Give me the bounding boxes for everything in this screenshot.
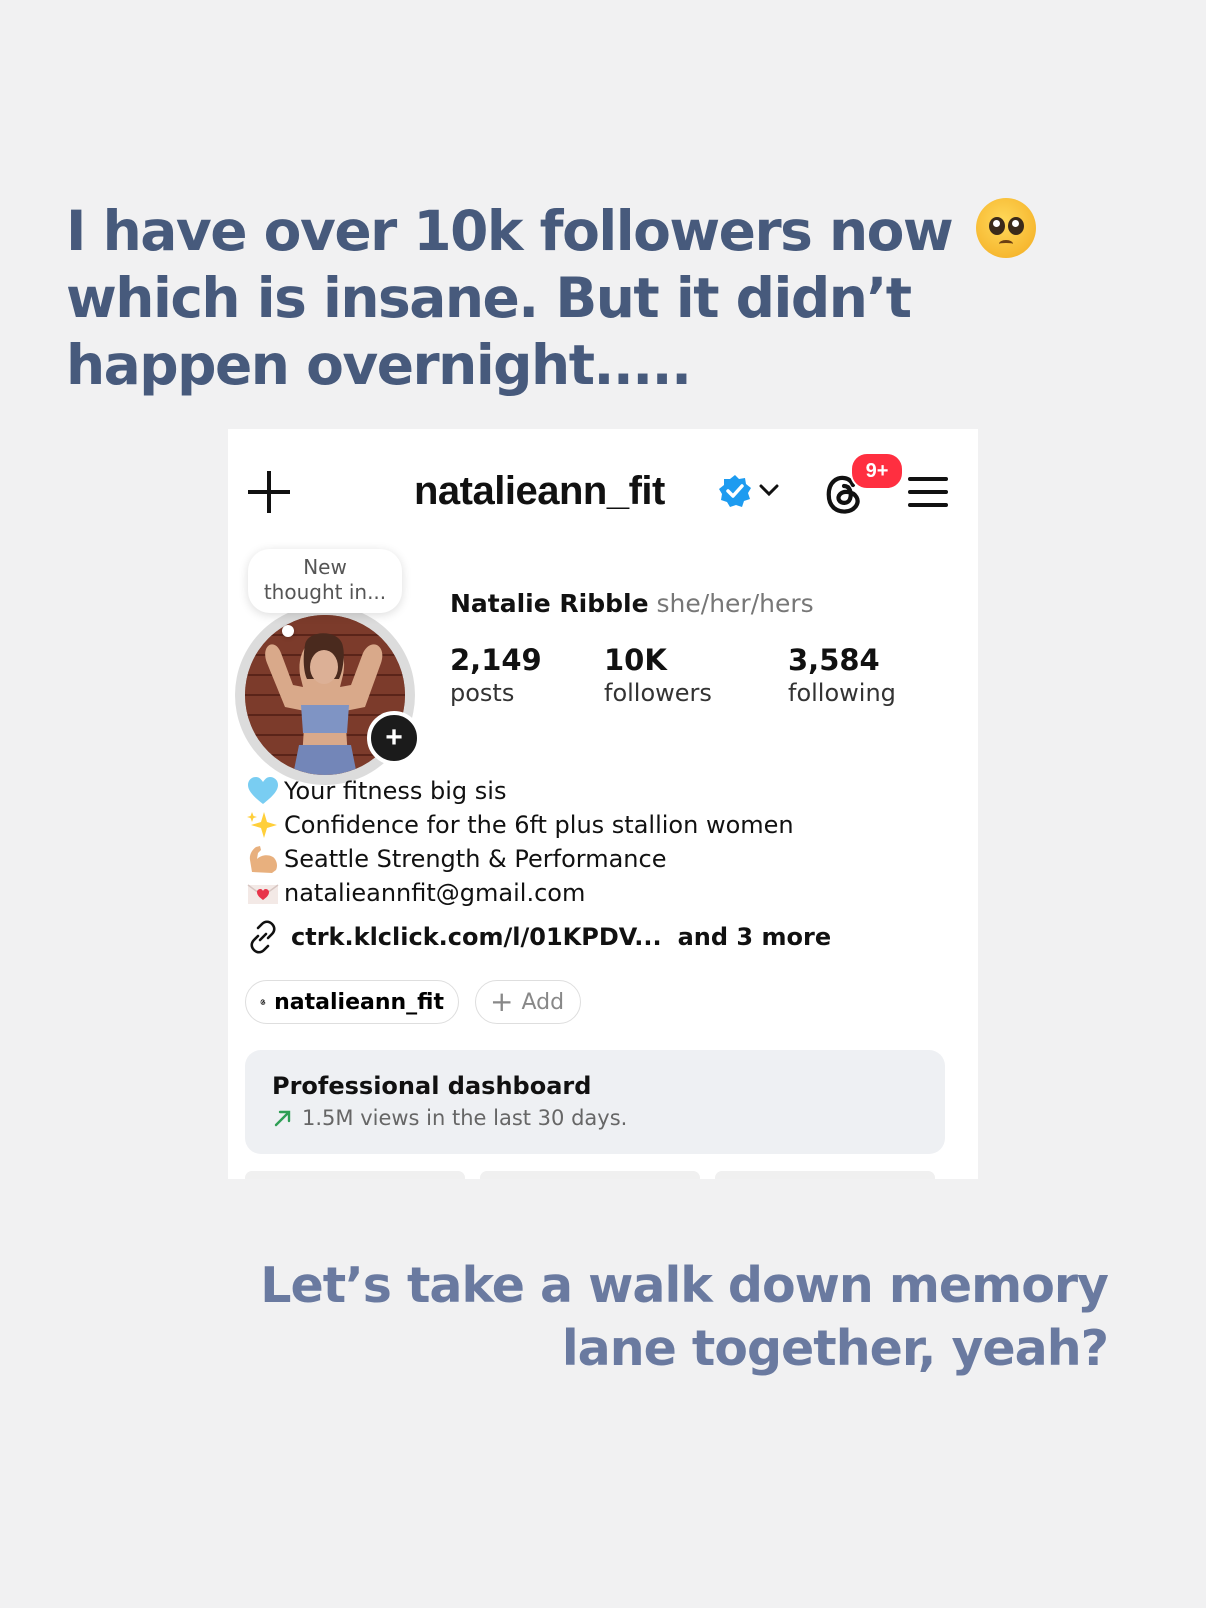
footer-caption: Let’s take a walk down memory lane toget… xyxy=(108,1254,1109,1380)
notification-badge[interactable]: 9+ xyxy=(850,452,904,490)
link-more[interactable]: and 3 more xyxy=(678,923,831,951)
profile-username[interactable]: natalieann_fit xyxy=(414,469,665,514)
create-plus-icon[interactable] xyxy=(248,471,290,513)
headline-line-1: I have over 10k followers now xyxy=(66,199,954,263)
link-icon xyxy=(250,920,276,954)
stat-value: 10K xyxy=(604,643,667,677)
stat-posts[interactable]: 2,149 posts xyxy=(450,643,542,707)
profile-name: Natalie Ribble she/her/hers xyxy=(450,589,814,618)
link-url[interactable]: ctrk.klclick.com/l/01KPDV... xyxy=(291,923,662,951)
footer-line-2: lane together, yeah? xyxy=(561,1320,1109,1377)
threads-profile-pill[interactable]: natalieann_fit xyxy=(245,980,459,1024)
threads-pill-label: natalieann_fit xyxy=(274,989,444,1015)
headline: I have over 10k followers now which is i… xyxy=(66,198,1126,399)
pronouns: she/her/hers xyxy=(656,589,814,618)
blue-heart-icon xyxy=(248,777,278,804)
add-plus-icon: + xyxy=(490,985,514,1018)
headline-line-3: happen overnight..... xyxy=(66,333,692,397)
add-pill-label: Add xyxy=(521,989,565,1015)
bio-text: Confidence for the 6ft plus stallion wom… xyxy=(284,811,794,839)
love-letter-icon xyxy=(247,884,279,904)
bio-line: Seattle Strength & Performance xyxy=(246,842,794,876)
threads-small-icon xyxy=(260,999,266,1005)
add-story-button[interactable]: + xyxy=(367,711,421,765)
stat-followers[interactable]: 10K followers xyxy=(604,643,712,707)
dashboard-title: Professional dashboard xyxy=(272,1072,592,1100)
add-pill-button[interactable]: + Add xyxy=(475,980,581,1024)
sparkles-icon xyxy=(247,812,277,838)
bio-text: Seattle Strength & Performance xyxy=(284,845,667,873)
bio-line: Confidence for the 6ft plus stallion wom… xyxy=(246,808,794,842)
dashboard-views-text: 1.5M views in the last 30 days. xyxy=(302,1106,628,1130)
chevron-down-icon[interactable] xyxy=(758,482,780,498)
profile-link[interactable]: ctrk.klclick.com/l/01KPDV... and 3 more xyxy=(245,919,831,955)
pleading-face-emoji-icon xyxy=(975,198,1036,258)
stat-value: 2,149 xyxy=(450,643,542,677)
thought-bubble-dot xyxy=(282,625,294,637)
dashboard-subtitle: 1.5M views in the last 30 days. xyxy=(272,1106,627,1130)
bio-text: Your fitness big sis xyxy=(284,777,507,805)
trend-up-arrow-icon xyxy=(274,1110,291,1127)
thought-line-1: New xyxy=(303,555,347,579)
flexed-biceps-icon xyxy=(249,846,277,873)
stat-following[interactable]: 3,584 following xyxy=(788,643,896,707)
professional-dashboard[interactable]: Professional dashboard 1.5M views in the… xyxy=(245,1050,945,1154)
note-thought-bubble[interactable]: New thought in... xyxy=(248,549,402,613)
bio-text[interactable]: natalieannfit@gmail.com xyxy=(284,879,585,907)
bio-line: Your fitness big sis xyxy=(246,774,794,808)
profile-bio: Your fitness big sis Confidence for the … xyxy=(246,774,794,910)
thought-line-2: thought in... xyxy=(263,580,387,604)
headline-line-2: which is insane. But it didn’t xyxy=(66,266,912,330)
hamburger-menu-icon[interactable] xyxy=(908,475,948,509)
bio-line: natalieannfit@gmail.com xyxy=(246,876,794,910)
full-name: Natalie Ribble xyxy=(450,589,649,618)
stat-label: followers xyxy=(604,679,712,707)
stat-label: posts xyxy=(450,679,515,707)
footer-line-1: Let’s take a walk down memory xyxy=(260,1257,1109,1314)
stat-value: 3,584 xyxy=(788,643,880,677)
verified-badge-icon xyxy=(719,475,751,507)
profile-screenshot: natalieann_fit 9+ New thought in... + Na… xyxy=(228,429,978,1179)
stat-label: following xyxy=(788,679,896,707)
